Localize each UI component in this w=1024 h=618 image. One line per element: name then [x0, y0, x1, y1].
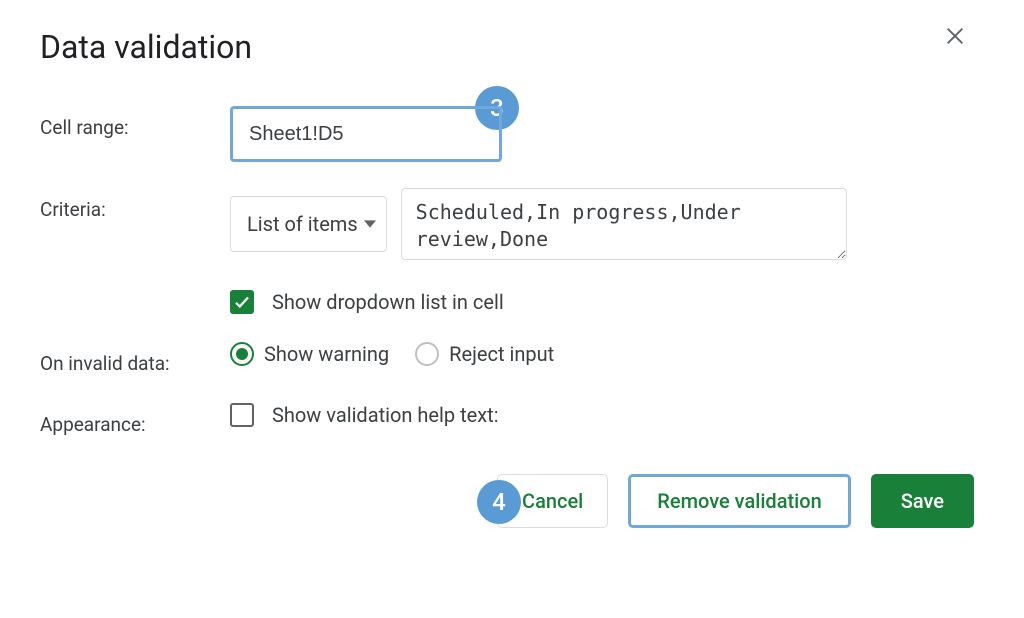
criteria-row: Criteria: List of items	[40, 188, 984, 260]
check-icon	[233, 293, 251, 311]
radio-reject-input[interactable]: Reject input	[415, 342, 554, 366]
remove-validation-button[interactable]: Remove validation	[628, 474, 850, 528]
criteria-dropdown-label: List of items	[247, 212, 358, 236]
cell-range-input[interactable]	[247, 122, 516, 147]
show-dropdown-row: Show dropdown list in cell	[40, 290, 984, 314]
radio-icon	[230, 342, 254, 366]
appearance-row: Appearance: Show validation help text:	[40, 403, 984, 436]
show-dropdown-label: Show dropdown list in cell	[272, 290, 504, 314]
radio-show-warning[interactable]: Show warning	[230, 342, 389, 366]
cell-range-label: Cell range:	[40, 106, 230, 139]
on-invalid-label: On invalid data:	[40, 342, 230, 375]
radio-reject-input-label: Reject input	[449, 342, 554, 366]
save-button[interactable]: Save	[871, 474, 974, 528]
help-text-checkbox[interactable]	[230, 403, 254, 427]
criteria-items-input[interactable]	[401, 188, 847, 260]
radio-icon	[415, 342, 439, 366]
on-invalid-row: On invalid data: Show warning Reject inp…	[40, 342, 984, 375]
cell-range-input-wrapper	[230, 106, 502, 162]
close-icon	[944, 25, 966, 47]
annotation-badge-4: 4	[477, 480, 521, 524]
show-dropdown-checkbox[interactable]	[230, 290, 254, 314]
help-text-label: Show validation help text:	[272, 403, 499, 427]
dialog-title: Data validation	[40, 28, 984, 66]
criteria-dropdown[interactable]: List of items	[230, 196, 387, 252]
appearance-label: Appearance:	[40, 403, 230, 436]
data-validation-dialog: Data validation 3 Cell range: Criteria: …	[0, 0, 1024, 618]
radio-show-warning-label: Show warning	[264, 342, 389, 366]
close-button[interactable]	[941, 22, 969, 50]
chevron-down-icon	[364, 218, 376, 230]
criteria-label: Criteria:	[40, 188, 230, 221]
